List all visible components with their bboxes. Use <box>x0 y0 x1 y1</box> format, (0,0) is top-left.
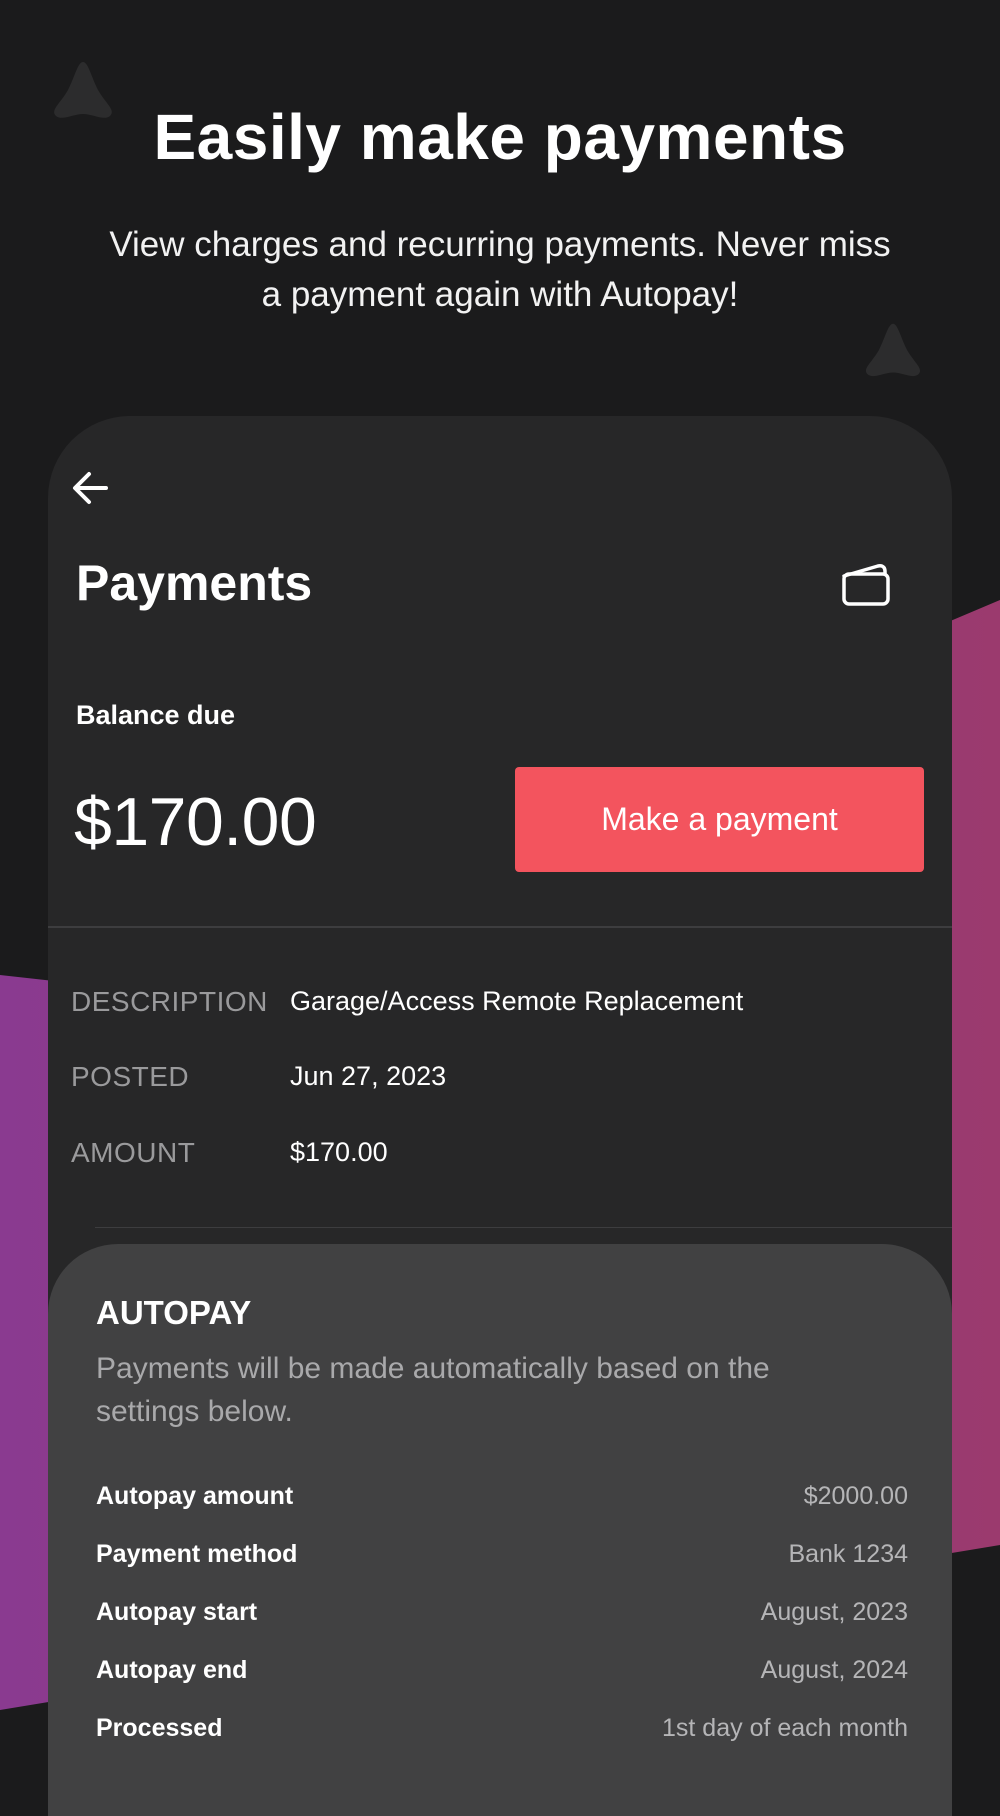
autopay-title: AUTOPAY <box>96 1294 252 1331</box>
charge-row-amount: AMOUNT $170.00 <box>71 1137 931 1177</box>
autopay-label: Autopay start <box>96 1598 258 1626</box>
triangle-decoration-icon <box>865 323 921 377</box>
charge-value: Garage/Access Remote Replacement <box>290 986 744 1016</box>
autopay-value: August, 2023 <box>760 1598 908 1626</box>
charge-row-posted: POSTED Jun 27, 2023 <box>71 1061 931 1101</box>
charge-label: POSTED <box>71 1061 190 1092</box>
hero-title: Easily make payments <box>153 101 847 173</box>
autopay-label: Payment method <box>96 1540 298 1568</box>
back-button[interactable] <box>62 460 118 516</box>
divider <box>48 926 952 928</box>
wallet-icon <box>842 564 890 606</box>
hero-subtitle: View charges and recurring payments. Nev… <box>109 225 891 314</box>
autopay-label: Processed <box>96 1714 223 1742</box>
autopay-label: Autopay end <box>96 1656 248 1684</box>
charge-value: Jun 27, 2023 <box>290 1061 447 1091</box>
divider <box>95 1227 952 1228</box>
autopay-label: Autopay amount <box>96 1482 294 1510</box>
wallet-button[interactable] <box>838 556 894 612</box>
make-payment-button[interactable]: Make a payment <box>515 767 924 872</box>
charge-row-description: DESCRIPTION Garage/Access Remote Replace… <box>71 986 931 1026</box>
charge-label: DESCRIPTION <box>71 986 268 1017</box>
autopay-row-end: Autopay end August, 2024 <box>96 1656 908 1692</box>
autopay-value: August, 2024 <box>760 1656 908 1684</box>
autopay-value: Bank 1234 <box>788 1540 908 1568</box>
autopay-row-amount: Autopay amount $2000.00 <box>96 1482 908 1518</box>
charge-value: $170.00 <box>290 1137 388 1167</box>
autopay-row-processed: Processed 1st day of each month <box>96 1714 908 1750</box>
charge-label: AMOUNT <box>71 1137 196 1168</box>
balance-label: Balance due <box>76 700 236 730</box>
autopay-value: $2000.00 <box>803 1482 908 1510</box>
page-title: Payments <box>76 555 313 611</box>
autopay-description: Payments will be made automatically base… <box>96 1352 770 1428</box>
autopay-panel: AUTOPAY Payments will be made automatica… <box>48 1244 952 1816</box>
arrow-left-icon <box>73 472 108 504</box>
autopay-row-method: Payment method Bank 1234 <box>96 1540 908 1576</box>
autopay-value: 1st day of each month <box>662 1714 908 1742</box>
autopay-row-start: Autopay start August, 2023 <box>96 1598 908 1634</box>
payments-screen: Payments Balance due $170.00 Make a paym… <box>48 416 952 1816</box>
balance-amount: $170.00 <box>74 784 317 860</box>
